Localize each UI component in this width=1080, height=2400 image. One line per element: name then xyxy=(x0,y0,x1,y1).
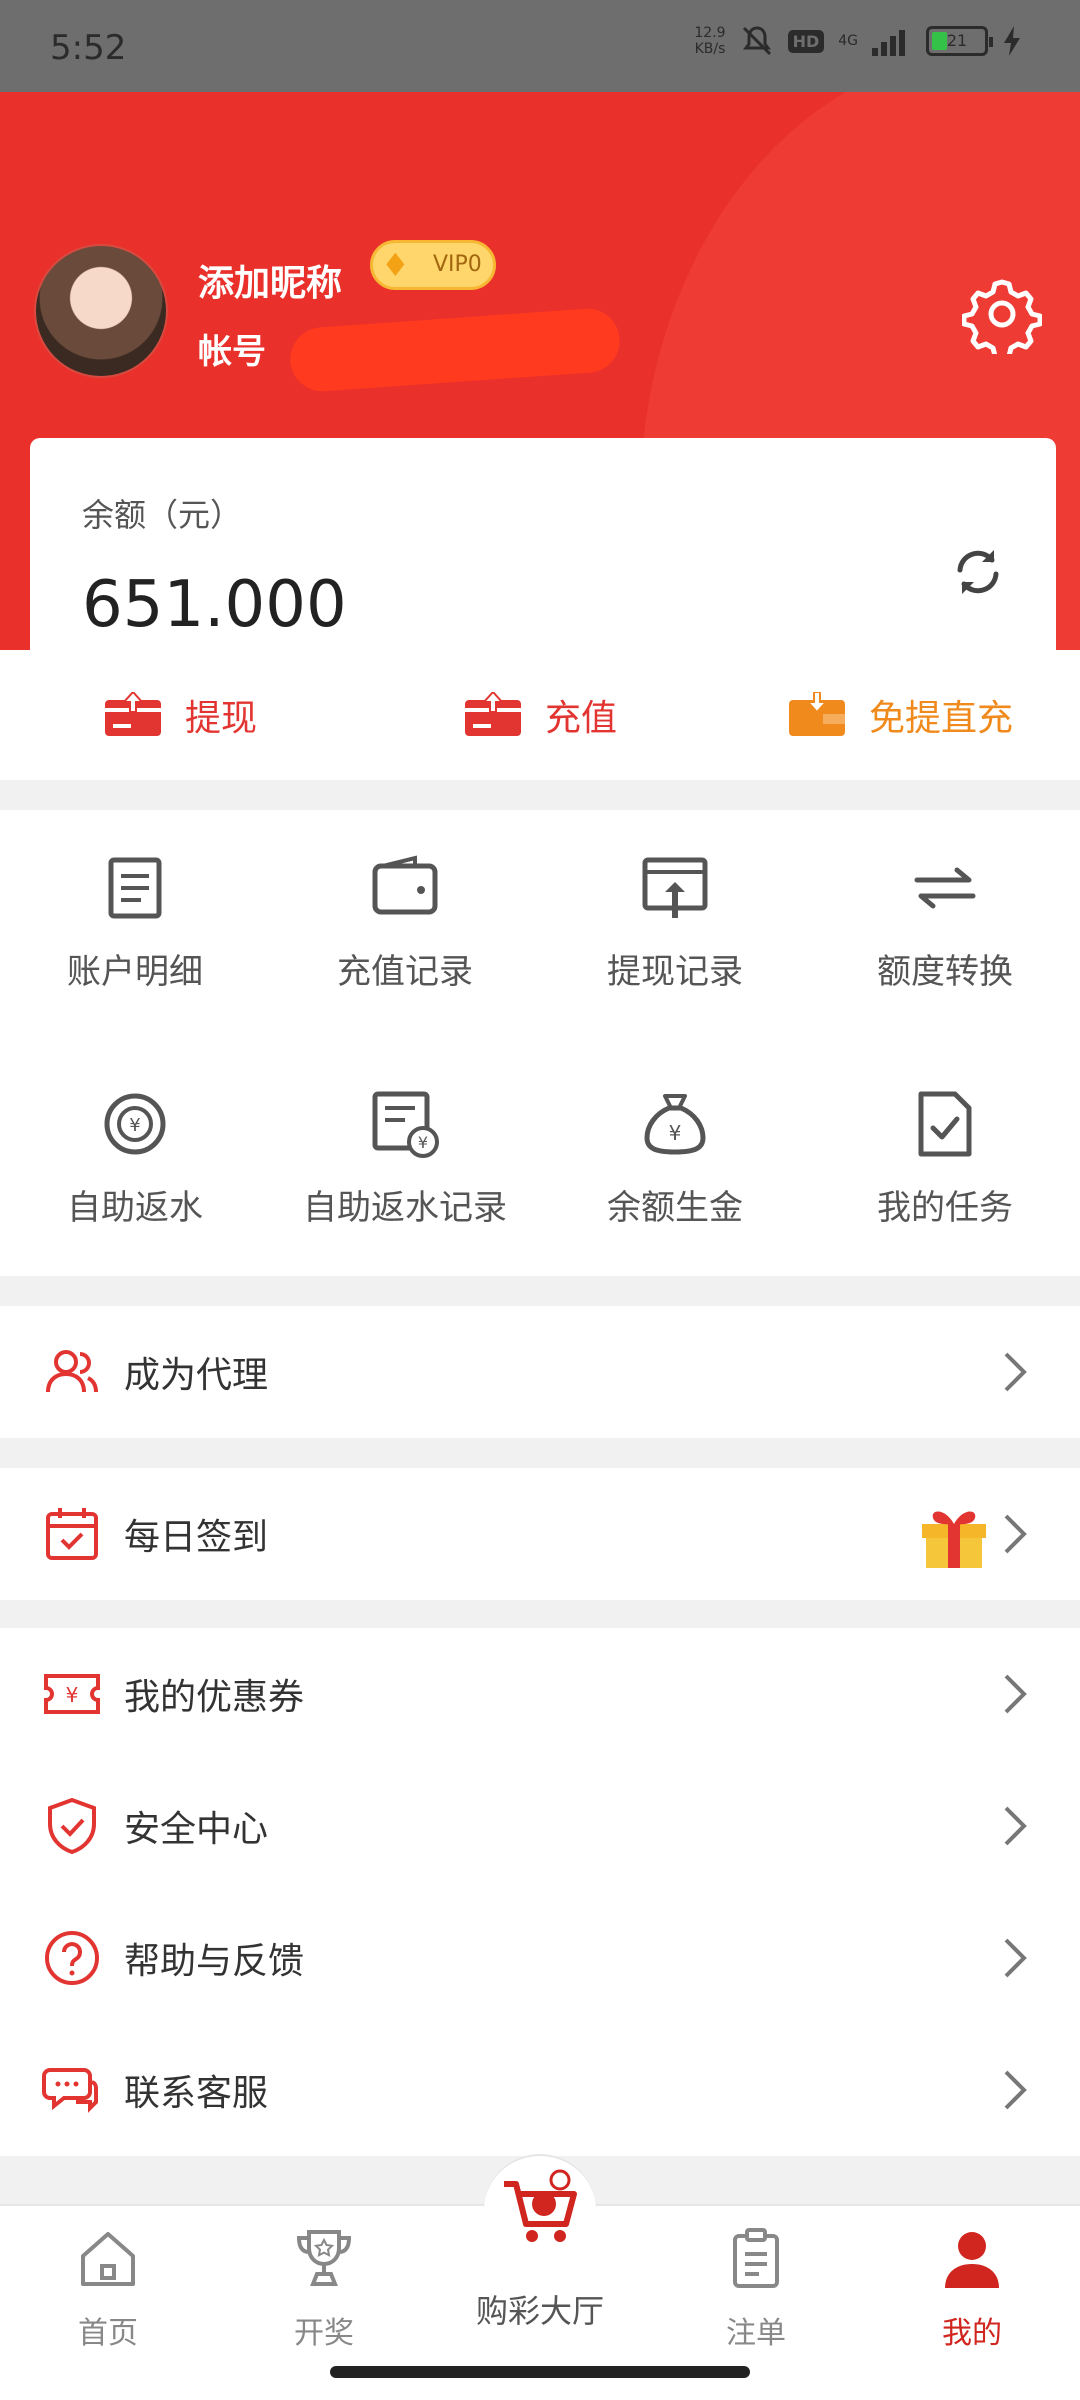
chevron-right-icon xyxy=(1004,1514,1027,1554)
grid-item-recharge-records[interactable]: 充值记录 xyxy=(270,810,540,1046)
task-check-icon xyxy=(918,1091,972,1157)
network-type: 4G xyxy=(838,33,858,49)
svg-text:¥: ¥ xyxy=(66,1683,79,1707)
tab-lottery-results[interactable]: 开奖 xyxy=(234,2226,414,2352)
wallet-icon xyxy=(372,855,438,915)
users-icon xyxy=(46,1350,98,1393)
document-list-icon xyxy=(108,857,162,919)
chat-bubbles-icon xyxy=(42,2068,98,2113)
direct-recharge-wallet-icon xyxy=(788,692,845,736)
trophy-icon xyxy=(296,2230,352,2286)
balance-card: 余额（元） 651.000 xyxy=(30,438,1056,658)
recharge-button[interactable]: 充值 xyxy=(360,650,720,780)
status-indicators: 12.9 KB/s HD 4G 21 xyxy=(694,24,1022,58)
transfer-arrows-icon xyxy=(914,867,976,909)
grid-item-balance-interest[interactable]: ¥ 余额生金 xyxy=(540,1046,810,1276)
tab-home[interactable]: 首页 xyxy=(18,2226,198,2352)
list-item-security-center[interactable]: 安全中心 xyxy=(0,1760,1080,1892)
balance-label: 余额（元） xyxy=(82,496,243,534)
recharge-card-icon xyxy=(464,692,521,736)
charging-icon xyxy=(1004,26,1020,56)
hd-badge: HD xyxy=(787,29,825,53)
redaction-scribble xyxy=(288,306,622,394)
gear-icon[interactable] xyxy=(962,274,1042,354)
tab-lobby-label[interactable]: 购彩大厅 xyxy=(440,2286,640,2332)
direct-recharge-button[interactable]: 免提直充 xyxy=(720,650,1080,780)
settings-list: ¥ 我的优惠券 安全中心 帮助与反馈 联系客服 xyxy=(0,1628,1080,2156)
signal-icon xyxy=(872,30,905,56)
chevron-right-icon xyxy=(1004,1806,1027,1846)
shopping-cart-lottery-icon[interactable] xyxy=(500,2166,582,2248)
receipt-coin-icon: ¥ xyxy=(372,1091,439,1158)
grid-item-my-tasks[interactable]: 我的任务 xyxy=(810,1046,1080,1276)
user-icon xyxy=(945,2232,999,2288)
svg-text:¥: ¥ xyxy=(669,1121,682,1145)
agent-block: 成为代理 xyxy=(0,1306,1080,1438)
chevron-right-icon xyxy=(1004,1352,1027,1392)
vip-badge[interactable]: ♦ VIP0 xyxy=(370,240,496,290)
diamond-icon: ♦ xyxy=(381,246,410,284)
function-grid: 账户明细 充值记录 提现记录 额度转换 ¥ 自助返水 ¥ 自助返水记录 ¥ 余额… xyxy=(0,810,1080,1276)
quick-actions: 提现 充值 免提直充 xyxy=(0,650,1080,780)
gift-icon xyxy=(922,1511,986,1568)
home-icon xyxy=(81,2232,135,2286)
battery-icon: 21 xyxy=(926,26,993,56)
tab-orders[interactable]: 注单 xyxy=(666,2226,846,2352)
list-item-daily-checkin[interactable]: 每日签到 xyxy=(0,1468,1080,1600)
tab-mine[interactable]: 我的 xyxy=(882,2226,1062,2352)
coupon-icon: ¥ xyxy=(44,1674,100,1714)
status-time: 5:52 xyxy=(50,28,127,68)
avatar[interactable] xyxy=(34,244,168,378)
list-item-my-coupons[interactable]: ¥ 我的优惠券 xyxy=(0,1628,1080,1760)
nickname[interactable]: 添加昵称 xyxy=(198,254,342,306)
svg-text:¥: ¥ xyxy=(129,1115,140,1136)
list-item-help-feedback[interactable]: 帮助与反馈 xyxy=(0,1892,1080,2024)
list-item-customer-service[interactable]: 联系客服 xyxy=(0,2024,1080,2156)
balance-value: 651.000 xyxy=(82,568,347,642)
svg-text:¥: ¥ xyxy=(418,1133,428,1152)
checkin-block: 每日签到 xyxy=(0,1468,1080,1600)
account-label: 帐号 xyxy=(198,332,266,372)
withdraw-button[interactable]: 提现 xyxy=(0,650,360,780)
calendar-check-icon xyxy=(46,1508,98,1560)
money-bag-icon: ¥ xyxy=(644,1094,706,1155)
chevron-right-icon xyxy=(1004,1938,1027,1978)
grid-item-withdraw-records[interactable]: 提现记录 xyxy=(540,810,810,1046)
shield-check-icon xyxy=(48,1797,96,1855)
refresh-icon[interactable] xyxy=(950,544,1006,600)
mute-bell-icon xyxy=(742,26,771,56)
withdraw-card-icon xyxy=(104,692,161,736)
help-question-icon xyxy=(45,1931,99,1985)
grid-item-credit-transfer[interactable]: 额度转换 xyxy=(810,810,1080,1046)
upload-screen-icon xyxy=(642,857,708,918)
list-item-become-agent[interactable]: 成为代理 xyxy=(0,1306,1080,1438)
chip-coin-icon: ¥ xyxy=(104,1093,166,1155)
grid-item-self-rebate[interactable]: ¥ 自助返水 xyxy=(0,1046,270,1276)
chevron-right-icon xyxy=(1004,1674,1027,1714)
network-speed: 12.9 KB/s xyxy=(694,25,726,57)
chevron-right-icon xyxy=(1004,2070,1027,2110)
clipboard-icon xyxy=(733,2228,779,2288)
status-bar: 5:52 12.9 KB/s HD 4G 21 xyxy=(0,0,1080,92)
home-indicator[interactable] xyxy=(330,2366,750,2378)
grid-item-self-rebate-records[interactable]: ¥ 自助返水记录 xyxy=(270,1046,540,1276)
grid-item-account-details[interactable]: 账户明细 xyxy=(0,810,270,1046)
